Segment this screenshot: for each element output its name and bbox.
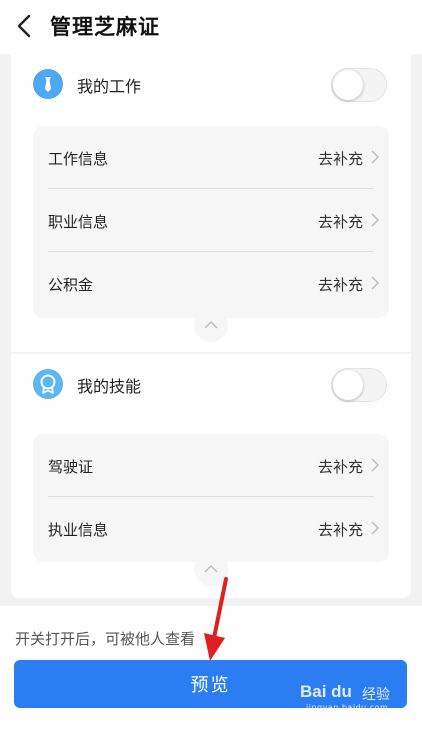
medal-icon [33, 369, 63, 399]
section-title: 我的工作 [77, 77, 142, 96]
list-item-practice-info[interactable]: 执业信息 去补充 [33, 497, 389, 560]
info-list-my-skills: 驾驶证 去补充 执业信息 去补充 [33, 434, 389, 562]
section-header-my-work: 我的工作 [11, 54, 411, 116]
list-item-label: 公积金 [48, 276, 94, 294]
visibility-toggle-my-skills[interactable] [331, 368, 387, 402]
visibility-toggle-my-work[interactable] [331, 68, 387, 102]
info-list-my-work: 工作信息 去补充 职业信息 去补充 公积金 去补充 [33, 126, 389, 318]
list-item-action: 去补充 [317, 150, 363, 168]
chevron-up-icon [204, 565, 218, 573]
visibility-hint-text: 开关打开后，可被他人查看 [15, 630, 196, 648]
collapse-button-my-work[interactable] [194, 308, 228, 342]
list-item-label: 驾驶证 [48, 458, 94, 476]
list-item-career-info[interactable]: 职业信息 去补充 [33, 189, 389, 252]
list-item-housing-fund[interactable]: 公积金 去补充 [33, 252, 389, 315]
watermark-url: jingyan.baidu.com [306, 703, 389, 712]
list-item-driver-license[interactable]: 驾驶证 去补充 [33, 434, 389, 497]
toggle-knob [333, 370, 363, 400]
chevron-right-icon [371, 521, 379, 535]
list-item-action: 去补充 [317, 521, 363, 539]
chevron-right-icon [371, 276, 379, 290]
list-item-label: 工作信息 [48, 150, 109, 168]
toggle-knob [333, 70, 363, 100]
red-arrow-annotation-icon [204, 577, 228, 661]
list-item-label: 职业信息 [48, 213, 109, 231]
section-title: 我的技能 [77, 377, 142, 396]
page-title: 管理芝麻证 [50, 15, 160, 39]
chevron-up-icon [204, 321, 218, 329]
list-item-action: 去补充 [317, 276, 363, 294]
list-item-work-info[interactable]: 工作信息 去补充 [33, 126, 389, 189]
top-navigation-bar: 管理芝麻证 [0, 0, 422, 54]
list-item-label: 执业信息 [48, 521, 109, 539]
list-item-action: 去补充 [317, 458, 363, 476]
chevron-right-icon [371, 150, 379, 164]
chevron-right-icon [371, 213, 379, 227]
tie-icon [33, 69, 63, 99]
section-card-my-work: 我的工作 工作信息 去补充 职业信息 去补充 公积金 去补充 [11, 54, 411, 352]
watermark-suffix: 经验 [362, 687, 390, 703]
watermark-brand: Bai du [300, 682, 352, 701]
settings-scroll-area[interactable]: 我的工作 工作信息 去补充 职业信息 去补充 公积金 去补充 我的技能 驾驶证 … [0, 54, 422, 606]
section-card-my-skills: 我的技能 驾驶证 去补充 执业信息 去补充 [11, 354, 411, 598]
chevron-right-icon [371, 458, 379, 472]
baidu-jingyan-watermark: Bai du 经验 jingyan.baidu.com [300, 676, 410, 716]
back-button[interactable] [10, 12, 38, 40]
section-header-my-skills: 我的技能 [11, 354, 411, 416]
list-item-action: 去补充 [317, 213, 363, 231]
chevron-left-icon [17, 14, 31, 38]
